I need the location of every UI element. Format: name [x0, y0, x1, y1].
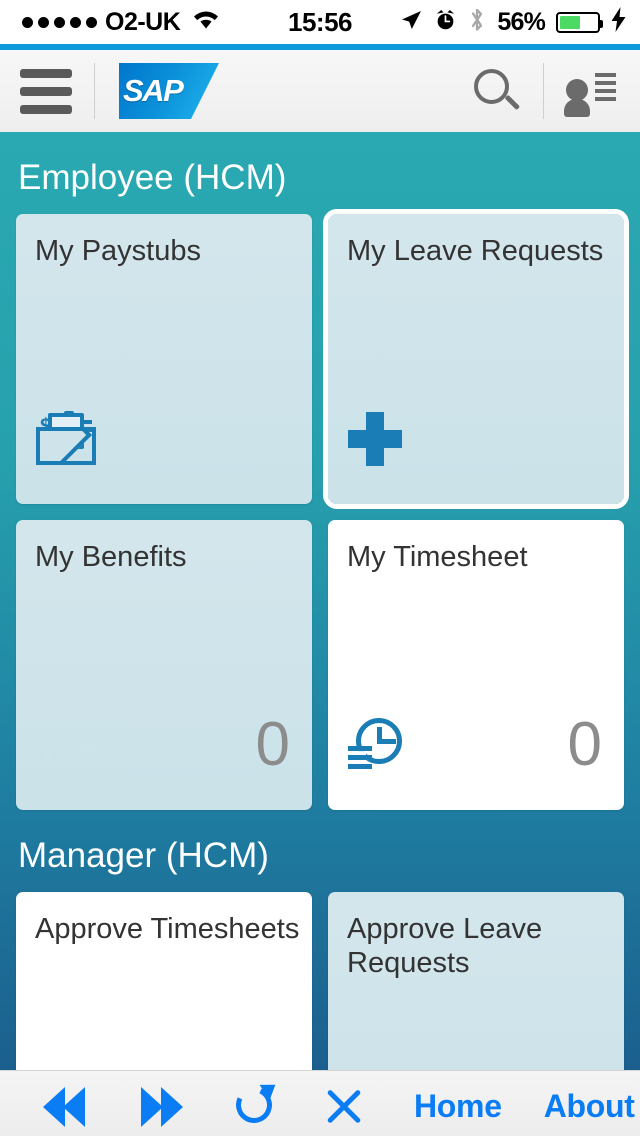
- tile-title: Approve Timesheets: [35, 913, 300, 945]
- paystub-envelope-icon: $: [36, 411, 96, 465]
- tile-approve-timesheets[interactable]: Approve Timesheets: [16, 892, 312, 1070]
- tile-footer: 0: [328, 680, 624, 810]
- tile-grid-manager: Approve Timesheets Approve Leave Request…: [0, 892, 640, 1070]
- tile-scroll-area[interactable]: Employee (HCM) My Paystubs $ My Leave Re…: [0, 132, 640, 1070]
- section-title-employee: Employee (HCM): [18, 158, 287, 197]
- bottom-toolbar: Home About: [0, 1070, 640, 1136]
- tile-footer: $: [16, 374, 312, 504]
- status-bar-right: 56%: [399, 0, 626, 44]
- tile-my-benefits[interactable]: My Benefits 0: [16, 520, 312, 810]
- tile-my-timesheet[interactable]: My Timesheet 0: [328, 520, 624, 810]
- tile-approve-leave-requests[interactable]: Approve Leave Requests: [328, 892, 624, 1070]
- battery-icon: [556, 11, 603, 33]
- status-bar: O2-UK 15:56 56%: [0, 0, 640, 44]
- sap-logo-text: SAP: [123, 73, 184, 108]
- tile-my-leave-requests[interactable]: My Leave Requests: [323, 209, 629, 509]
- app-header-actions: [467, 50, 640, 132]
- user-profile-icon[interactable]: [564, 63, 622, 119]
- battery-percent-label: 56%: [497, 7, 545, 36]
- reload-refresh-icon[interactable]: [230, 1076, 281, 1131]
- hamburger-menu-icon[interactable]: [20, 68, 72, 114]
- tile-count: 0: [567, 710, 602, 779]
- clock-list-icon: [348, 718, 406, 772]
- tile-title: My Benefits: [35, 541, 187, 573]
- tile-footer: 0: [16, 680, 312, 810]
- bluetooth-icon: [468, 7, 486, 38]
- tile-title: My Timesheet: [347, 541, 528, 573]
- tile-my-paystubs[interactable]: My Paystubs $: [16, 214, 312, 504]
- people-group-icon: [36, 721, 98, 769]
- tile-title: My Paystubs: [35, 235, 201, 267]
- header-divider-right: [543, 63, 544, 119]
- tile-title: My Leave Requests: [347, 235, 604, 267]
- search-icon[interactable]: [467, 63, 523, 119]
- header-divider-left: [94, 63, 95, 119]
- tile-grid-employee: My Paystubs $ My Leave Requests My Benef…: [0, 209, 640, 810]
- fast-forward-icon[interactable]: [132, 1086, 192, 1127]
- tile-footer: [328, 374, 624, 504]
- close-x-icon[interactable]: [320, 1083, 368, 1131]
- tile-title: Approve Leave Requests: [347, 913, 543, 980]
- app-header-bar: SAP: [0, 50, 640, 132]
- rewind-back-icon[interactable]: [34, 1086, 94, 1127]
- tile-count: 0: [255, 710, 290, 779]
- section-title-manager: Manager (HCM): [18, 836, 269, 875]
- sap-logo: SAP: [119, 63, 219, 119]
- alarm-clock-icon: [434, 8, 457, 37]
- lightning-bolt-icon: [611, 7, 626, 37]
- location-arrow-icon: [399, 8, 423, 37]
- about-button[interactable]: About: [544, 1088, 635, 1125]
- plus-icon: [348, 412, 402, 466]
- home-button[interactable]: Home: [414, 1088, 502, 1125]
